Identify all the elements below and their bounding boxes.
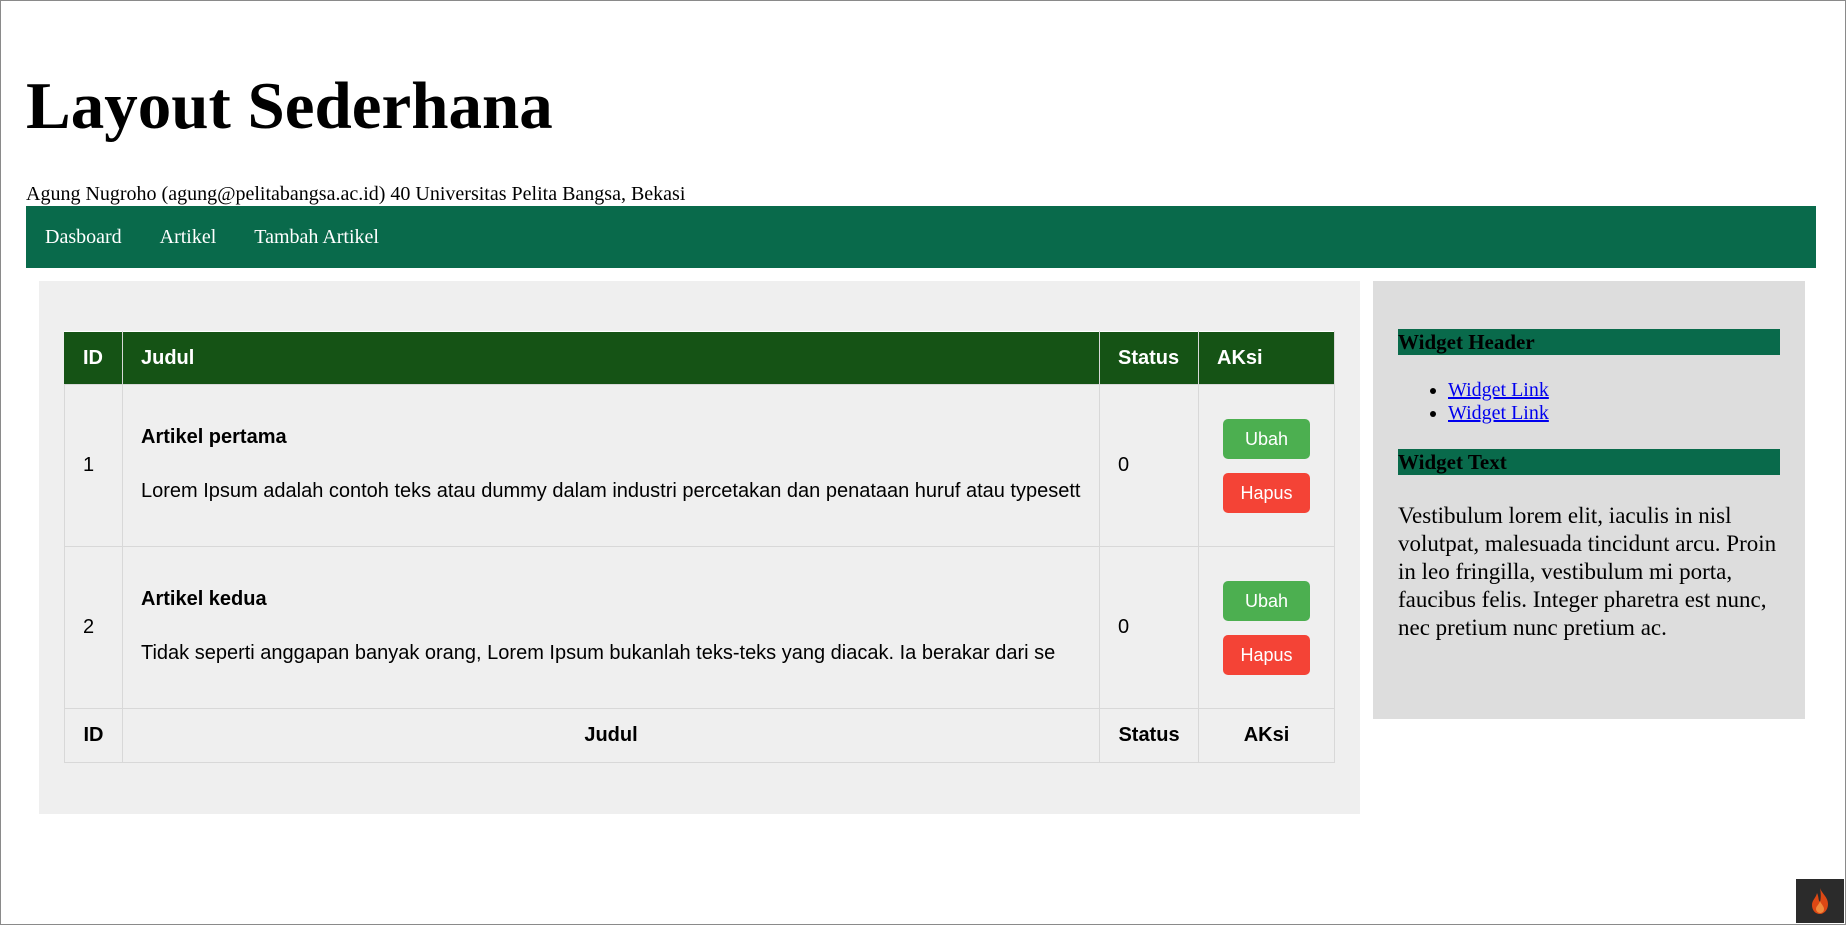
cell-aksi: Ubah Hapus xyxy=(1198,546,1335,709)
widget-link[interactable]: Widget Link xyxy=(1448,379,1549,401)
cell-status: 0 xyxy=(1099,384,1199,547)
table-header-row: ID Judul Status AKsi xyxy=(64,331,1335,385)
debug-toolbar-toggle[interactable] xyxy=(1796,879,1844,923)
widget-link[interactable]: Widget Link xyxy=(1448,402,1549,424)
sidebar: Widget Header Widget Link Widget Link Wi… xyxy=(1373,281,1805,719)
col-footer-judul: Judul xyxy=(122,708,1100,763)
article-excerpt: Lorem Ipsum adalah contoh teks atau dumm… xyxy=(141,479,1081,502)
col-header-status: Status xyxy=(1099,331,1199,385)
cell-judul: Artikel pertama Lorem Ipsum adalah conto… xyxy=(122,384,1100,547)
cell-judul: Artikel kedua Tidak seperti anggapan ban… xyxy=(122,546,1100,709)
nav-item-dasboard[interactable]: Dasboard xyxy=(26,226,141,249)
main-content: ID Judul Status AKsi 1 Artikel pertama L… xyxy=(39,281,1360,814)
widget-header: Widget Header xyxy=(1398,329,1780,355)
article-title: Artikel pertama xyxy=(141,425,287,448)
article-table: ID Judul Status AKsi 1 Artikel pertama L… xyxy=(64,331,1335,763)
delete-button[interactable]: Hapus xyxy=(1223,472,1310,513)
cell-status: 0 xyxy=(1099,546,1199,709)
widget-text-header: Widget Text xyxy=(1398,449,1780,475)
col-header-judul: Judul xyxy=(122,331,1100,385)
delete-button[interactable]: Hapus xyxy=(1223,634,1310,675)
cell-aksi: Ubah Hapus xyxy=(1198,384,1335,547)
table-footer-row: ID Judul Status AKsi xyxy=(64,708,1335,763)
author-line: Agung Nugroho (agung@pelitabangsa.ac.id)… xyxy=(26,183,686,205)
nav-item-artikel[interactable]: Artikel xyxy=(141,226,236,249)
page-title: Layout Sederhana xyxy=(26,69,553,143)
col-footer-id: ID xyxy=(64,708,123,763)
edit-button[interactable]: Ubah xyxy=(1223,580,1310,621)
cell-id: 1 xyxy=(64,384,123,547)
table-row: 2 Artikel kedua Tidak seperti anggapan b… xyxy=(64,546,1335,709)
main-nav: Dasboard Artikel Tambah Artikel xyxy=(26,206,1816,268)
list-item: Widget Link xyxy=(1448,379,1549,402)
widget-link-list: Widget Link Widget Link xyxy=(1398,379,1549,425)
nav-item-tambah-artikel[interactable]: Tambah Artikel xyxy=(235,226,398,249)
widget-text: Vestibulum lorem elit, iaculis in nisl v… xyxy=(1398,503,1777,640)
list-item: Widget Link xyxy=(1448,402,1549,425)
table-row: 1 Artikel pertama Lorem Ipsum adalah con… xyxy=(64,384,1335,547)
flame-icon xyxy=(1812,888,1828,914)
col-footer-status: Status xyxy=(1099,708,1199,763)
cell-id: 2 xyxy=(64,546,123,709)
article-excerpt: Tidak seperti anggapan banyak orang, Lor… xyxy=(141,641,1056,664)
col-footer-aksi: AKsi xyxy=(1198,708,1335,763)
edit-button[interactable]: Ubah xyxy=(1223,418,1310,459)
article-title: Artikel kedua xyxy=(141,587,267,610)
col-header-id: ID xyxy=(64,331,123,385)
col-header-aksi: AKsi xyxy=(1198,331,1335,385)
